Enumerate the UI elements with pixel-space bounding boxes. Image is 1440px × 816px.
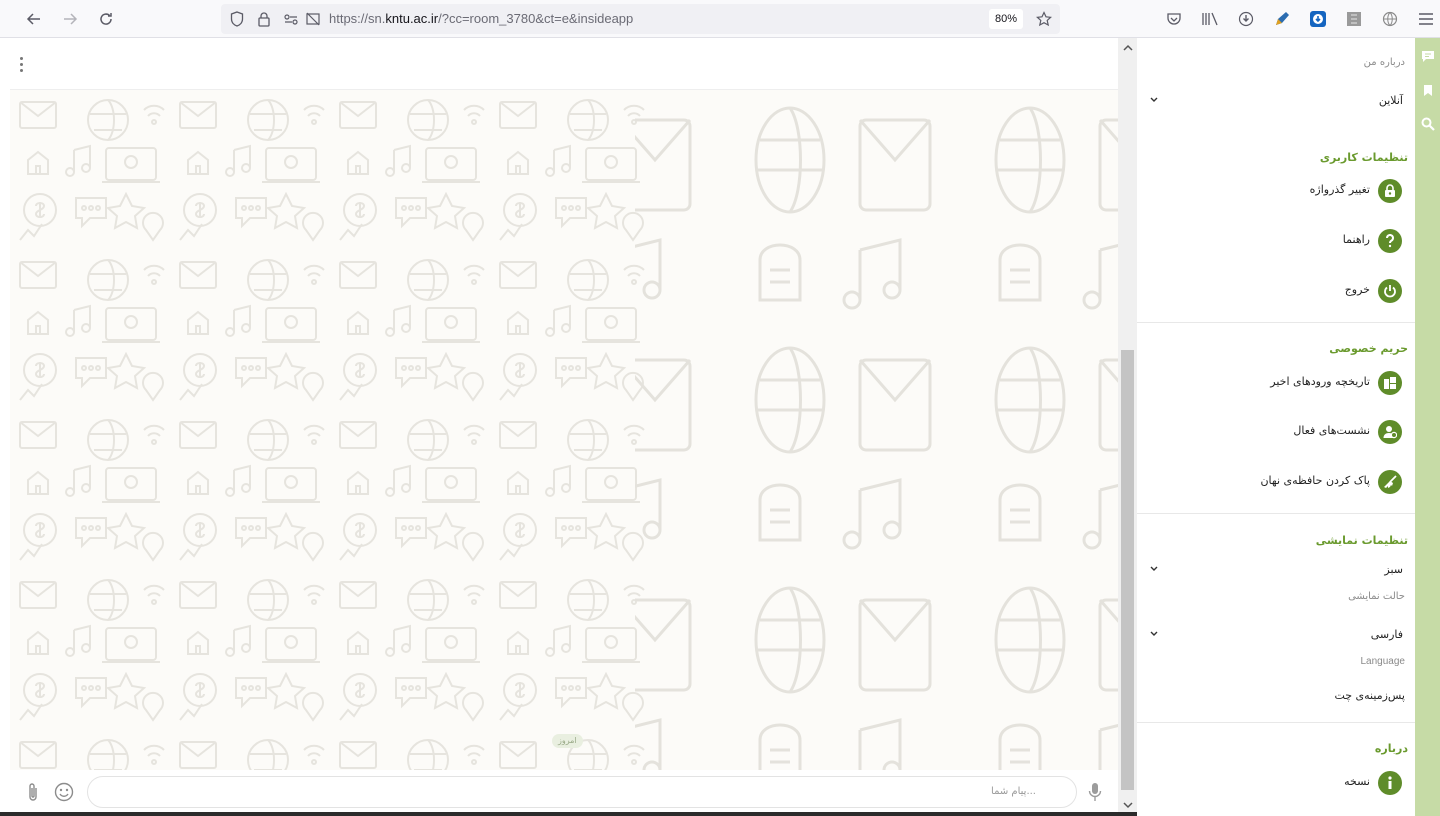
search-icon[interactable] <box>1421 117 1435 131</box>
url-bar[interactable]: https://sn.kntu.ac.ir/?cc=room_3780&ct=e… <box>221 4 1060 34</box>
url-text[interactable]: https://sn.kntu.ac.ir/?cc=room_3780&ct=e… <box>329 11 633 26</box>
scroll-up-arrow-icon[interactable] <box>1122 42 1133 53</box>
section-title-display: تنظیمات نمایشی <box>1315 534 1408 547</box>
change-password-label: تغییر گذرواژه <box>1309 183 1370 196</box>
language-dropdown[interactable]: فارسی <box>1137 625 1415 647</box>
theme-hint: حالت نمایشی <box>1348 591 1405 602</box>
scrollbar-thumb[interactable] <box>1121 350 1134 790</box>
chat-area: امروز پیام شما... <box>10 38 1118 816</box>
section-title-user-settings: تنظیمات کاربری <box>1319 151 1408 164</box>
settings-panel: درباره من آنلاین تنظیمات کاربری تغییر گذ… <box>1137 38 1415 816</box>
extension-download-manager-icon[interactable] <box>1306 7 1330 31</box>
power-icon <box>1378 279 1402 303</box>
attach-paperclip-icon[interactable] <box>22 781 44 803</box>
chat-header <box>10 38 1118 90</box>
left-gutter <box>0 38 10 816</box>
logout-item[interactable]: خروج <box>1137 275 1415 307</box>
divider <box>1137 722 1415 723</box>
lock-icon[interactable] <box>252 7 276 31</box>
about-me-hint: درباره من <box>1363 57 1405 68</box>
forward-icon[interactable] <box>58 7 82 31</box>
chat-bubble-icon[interactable] <box>1421 49 1435 63</box>
section-title-privacy: حریم خصوصی <box>1329 342 1408 355</box>
extension-grid-icon[interactable] <box>1342 7 1366 31</box>
active-sessions-item[interactable]: نشست‌های فعال <box>1137 416 1415 448</box>
menu-hamburger-icon[interactable] <box>1414 7 1438 31</box>
more-options-icon[interactable] <box>14 52 28 76</box>
back-icon[interactable] <box>22 7 46 31</box>
bookmark-star-icon[interactable] <box>1032 7 1056 31</box>
chevron-down-icon <box>1149 564 1159 574</box>
version-item[interactable]: نسخه <box>1137 767 1415 799</box>
theme-value: سبز <box>1384 563 1403 576</box>
broom-icon <box>1378 470 1402 494</box>
pocket-icon[interactable] <box>1162 7 1186 31</box>
status-value: آنلاین <box>1378 94 1403 107</box>
user-sessions-icon <box>1378 420 1402 444</box>
version-label: نسخه <box>1344 775 1370 788</box>
extension-pen-icon[interactable] <box>1270 7 1294 31</box>
status-dropdown[interactable]: آنلاین <box>1137 91 1415 113</box>
permissions-icon[interactable] <box>279 7 303 31</box>
emoji-icon[interactable] <box>53 781 75 803</box>
clear-cache-item[interactable]: پاک کردن حافظه‌ی نهان <box>1137 466 1415 498</box>
tracking-blocked-icon[interactable] <box>301 7 325 31</box>
chat-scrollbar[interactable] <box>1118 38 1137 816</box>
theme-dropdown[interactable]: سبز <box>1137 560 1415 582</box>
info-icon <box>1378 771 1402 795</box>
change-password-item[interactable]: تغییر گذرواژه <box>1137 175 1415 207</box>
active-sessions-label: نشست‌های فعال <box>1293 424 1370 437</box>
taskbar-edge <box>0 812 1137 816</box>
login-history-label: تاریخچه ورودهای اخیر <box>1270 375 1370 388</box>
wallpaper-pattern <box>10 90 1118 770</box>
bookmark-icon[interactable] <box>1421 83 1435 97</box>
chevron-down-icon <box>1149 95 1159 105</box>
microphone-icon[interactable] <box>1084 781 1106 803</box>
language-hint: Language <box>1360 656 1406 667</box>
logout-label: خروج <box>1344 283 1370 296</box>
message-input[interactable]: پیام شما... <box>87 776 1077 808</box>
shield-icon[interactable] <box>225 7 249 31</box>
date-separator: امروز <box>552 734 583 748</box>
history-icon <box>1378 371 1402 395</box>
scroll-down-arrow-icon[interactable] <box>1122 800 1133 811</box>
sidebar-strip <box>1415 38 1440 816</box>
clear-cache-label: پاک کردن حافظه‌ی نهان <box>1260 474 1370 487</box>
library-icon[interactable] <box>1198 7 1222 31</box>
login-history-item[interactable]: تاریخچه ورودهای اخیر <box>1137 367 1415 399</box>
extension-globe-icon[interactable] <box>1378 7 1402 31</box>
browser-toolbar: https://sn.kntu.ac.ir/?cc=room_3780&ct=e… <box>0 0 1440 38</box>
zoom-level[interactable]: 80% <box>989 9 1023 29</box>
divider <box>1137 322 1415 323</box>
help-item[interactable]: راهنما <box>1137 225 1415 257</box>
message-composer: پیام شما... <box>10 770 1118 816</box>
reload-icon[interactable] <box>94 7 118 31</box>
download-icon[interactable] <box>1234 7 1258 31</box>
help-label: راهنما <box>1342 233 1370 246</box>
section-title-about: درباره <box>1374 742 1408 755</box>
question-icon <box>1378 229 1402 253</box>
divider <box>1137 513 1415 514</box>
chat-wallpaper: امروز <box>10 90 1118 770</box>
language-value: فارسی <box>1370 628 1403 641</box>
chat-background-link[interactable]: پس‌زمینه‌ی چت <box>1334 689 1405 702</box>
lock-icon <box>1378 179 1402 203</box>
chevron-down-icon <box>1149 629 1159 639</box>
